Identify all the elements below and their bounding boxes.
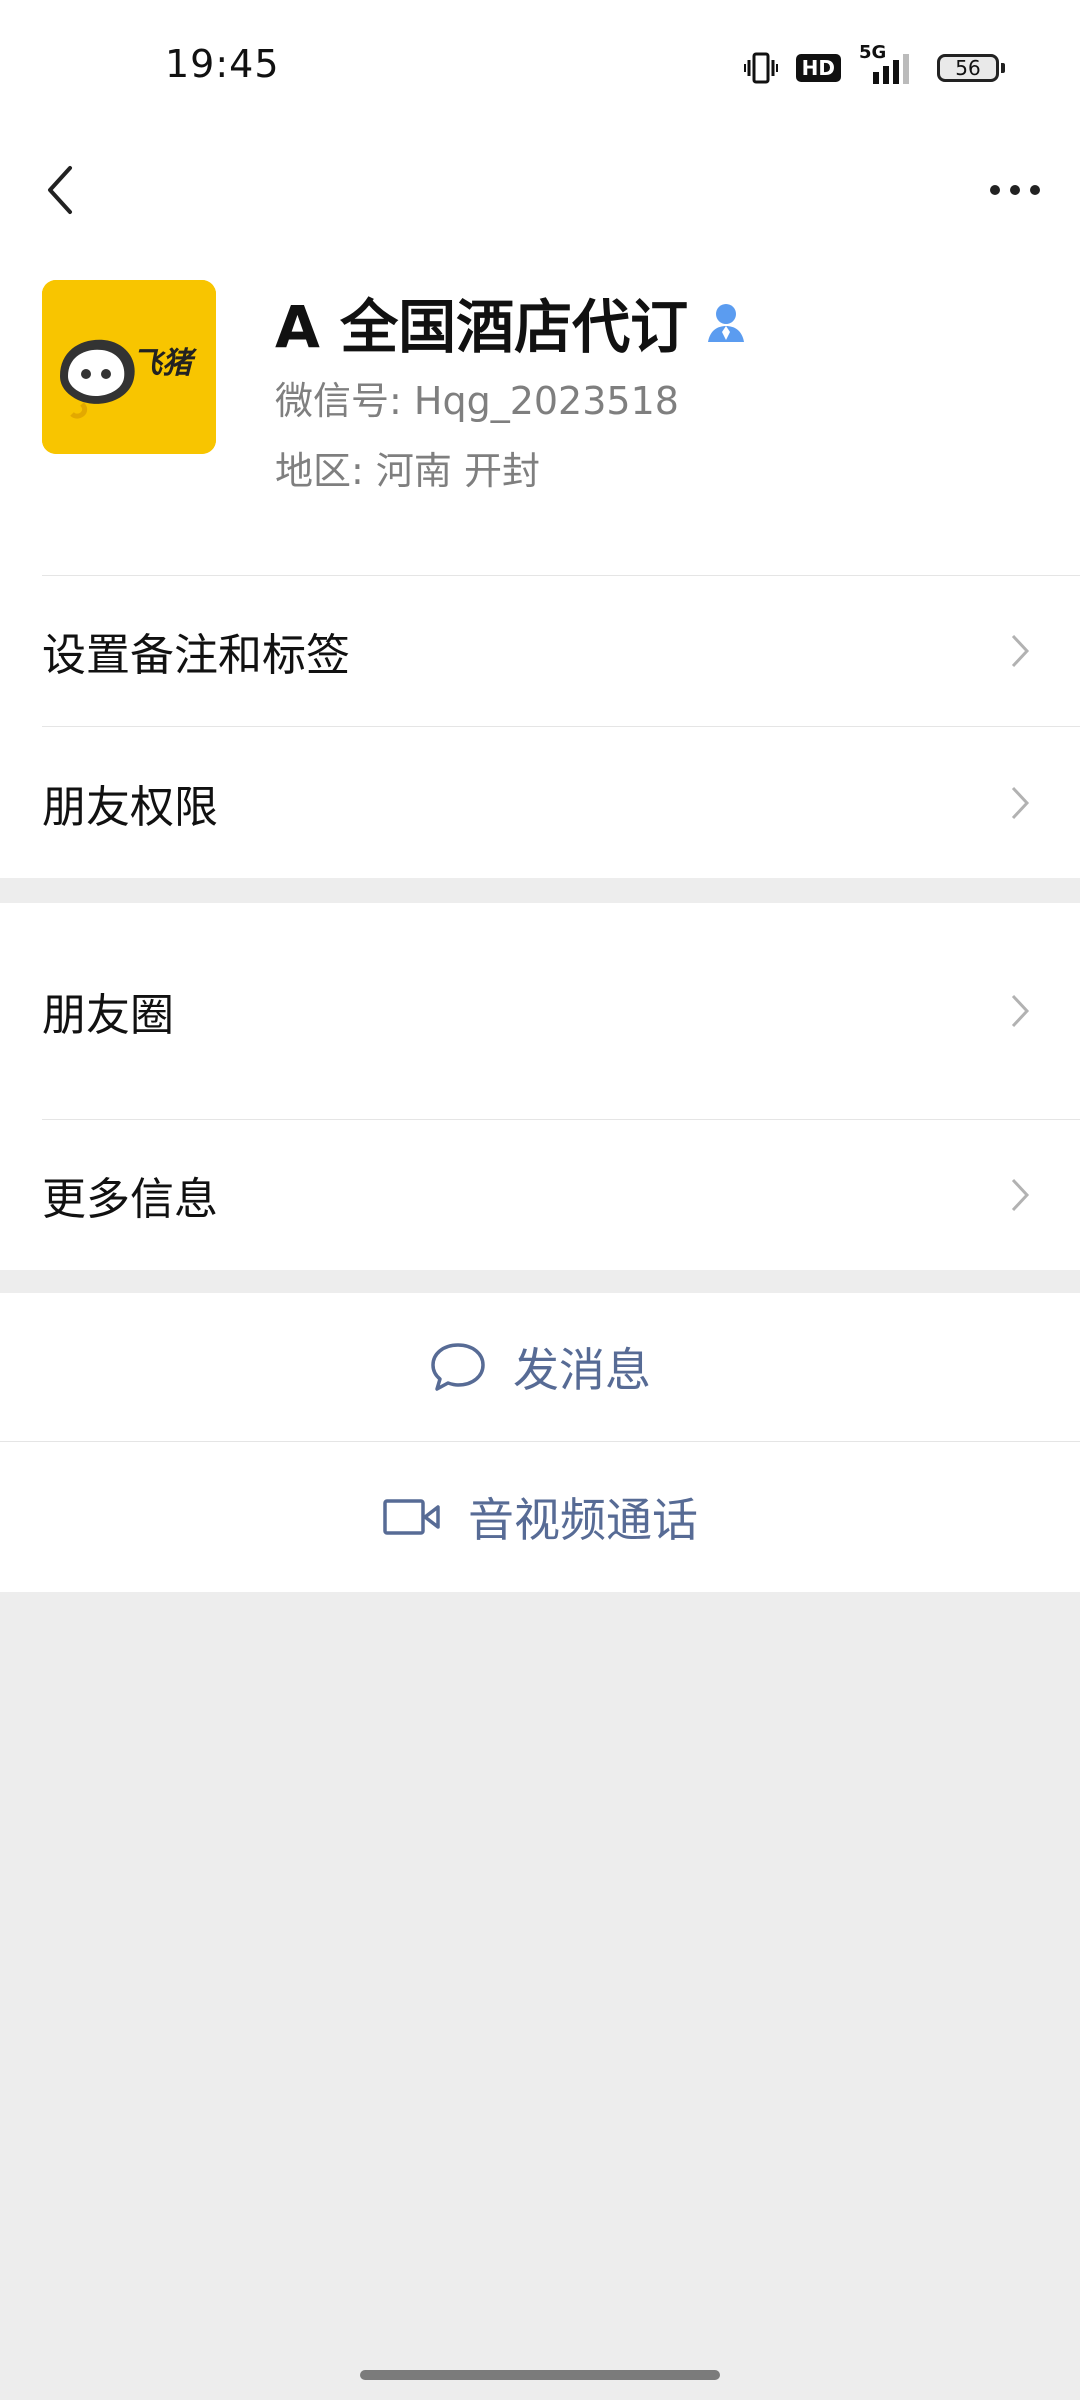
video-call-button[interactable]: 音视频通话: [0, 1442, 1080, 1592]
status-time: 19:45: [165, 42, 280, 86]
vibrate-icon: [743, 51, 778, 85]
video-camera-icon: [383, 1499, 440, 1535]
wechat-id: 微信号: Hqg_2023518: [275, 379, 679, 423]
contact-profile-screen: 19:45 HD 5G 56 飞猪 A 全国酒店代订 微信号: Hqg_2023…: [0, 0, 1080, 2400]
more-dots-icon: [990, 185, 1040, 195]
battery-icon: 56: [937, 54, 1005, 82]
menu-item-label: 设置备注和标签: [42, 629, 350, 681]
profile-name: A 全国酒店代订: [275, 280, 748, 364]
signal-icon: 5G: [859, 42, 919, 86]
video-call-content: 音视频通话: [382, 1484, 698, 1550]
avatar[interactable]: 飞猪: [42, 280, 216, 454]
more-button[interactable]: [980, 160, 1050, 220]
home-indicator[interactable]: [360, 2370, 720, 2380]
menu-item-label: 朋友圈: [42, 990, 174, 1041]
avatar-logo-text: 飞猪: [132, 346, 192, 381]
send-message-label: 发消息: [513, 1343, 651, 1397]
menu-item-friend-permissions[interactable]: 朋友权限: [0, 727, 1080, 878]
menu-item-more-info[interactable]: 更多信息: [0, 1120, 1080, 1270]
battery-level: 56: [937, 54, 999, 82]
profile-header: 飞猪 A 全国酒店代订 微信号: Hqg_2023518 地区: 河南 开封: [0, 250, 1080, 575]
nav-bar: [0, 130, 1080, 250]
battery-tip: [1001, 63, 1005, 73]
menu-item-label: 朋友权限: [42, 781, 218, 833]
menu-item-label: 更多信息: [42, 1174, 218, 1225]
status-icons: HD 5G 56: [743, 42, 1005, 86]
menu-item-moments[interactable]: 朋友圈: [0, 903, 1080, 1119]
back-button[interactable]: [30, 150, 90, 230]
info-group: 朋友圈 更多信息: [0, 903, 1080, 1270]
chevron-right-icon: [1005, 991, 1035, 1031]
chevron-right-icon: [1005, 631, 1035, 671]
settings-group: 设置备注和标签 朋友权限: [0, 575, 1080, 878]
chevron-right-icon: [1005, 783, 1035, 823]
region: 地区: 河南 开封: [275, 449, 540, 493]
person-icon: [708, 304, 745, 342]
send-message-content: 发消息: [429, 1334, 651, 1400]
status-bar: 19:45 HD 5G 56: [0, 0, 1080, 130]
menu-item-remarks-tags[interactable]: 设置备注和标签: [0, 575, 1080, 726]
video-call-label: 音视频通话: [468, 1493, 698, 1547]
send-message-button[interactable]: 发消息: [0, 1293, 1080, 1441]
chevron-right-icon: [1005, 1175, 1035, 1215]
chat-bubble-icon: [431, 1343, 485, 1391]
profile-name-text: A 全国酒店代订: [275, 293, 689, 361]
hd-badge: HD: [795, 54, 841, 82]
chevron-left-icon: [48, 166, 72, 214]
